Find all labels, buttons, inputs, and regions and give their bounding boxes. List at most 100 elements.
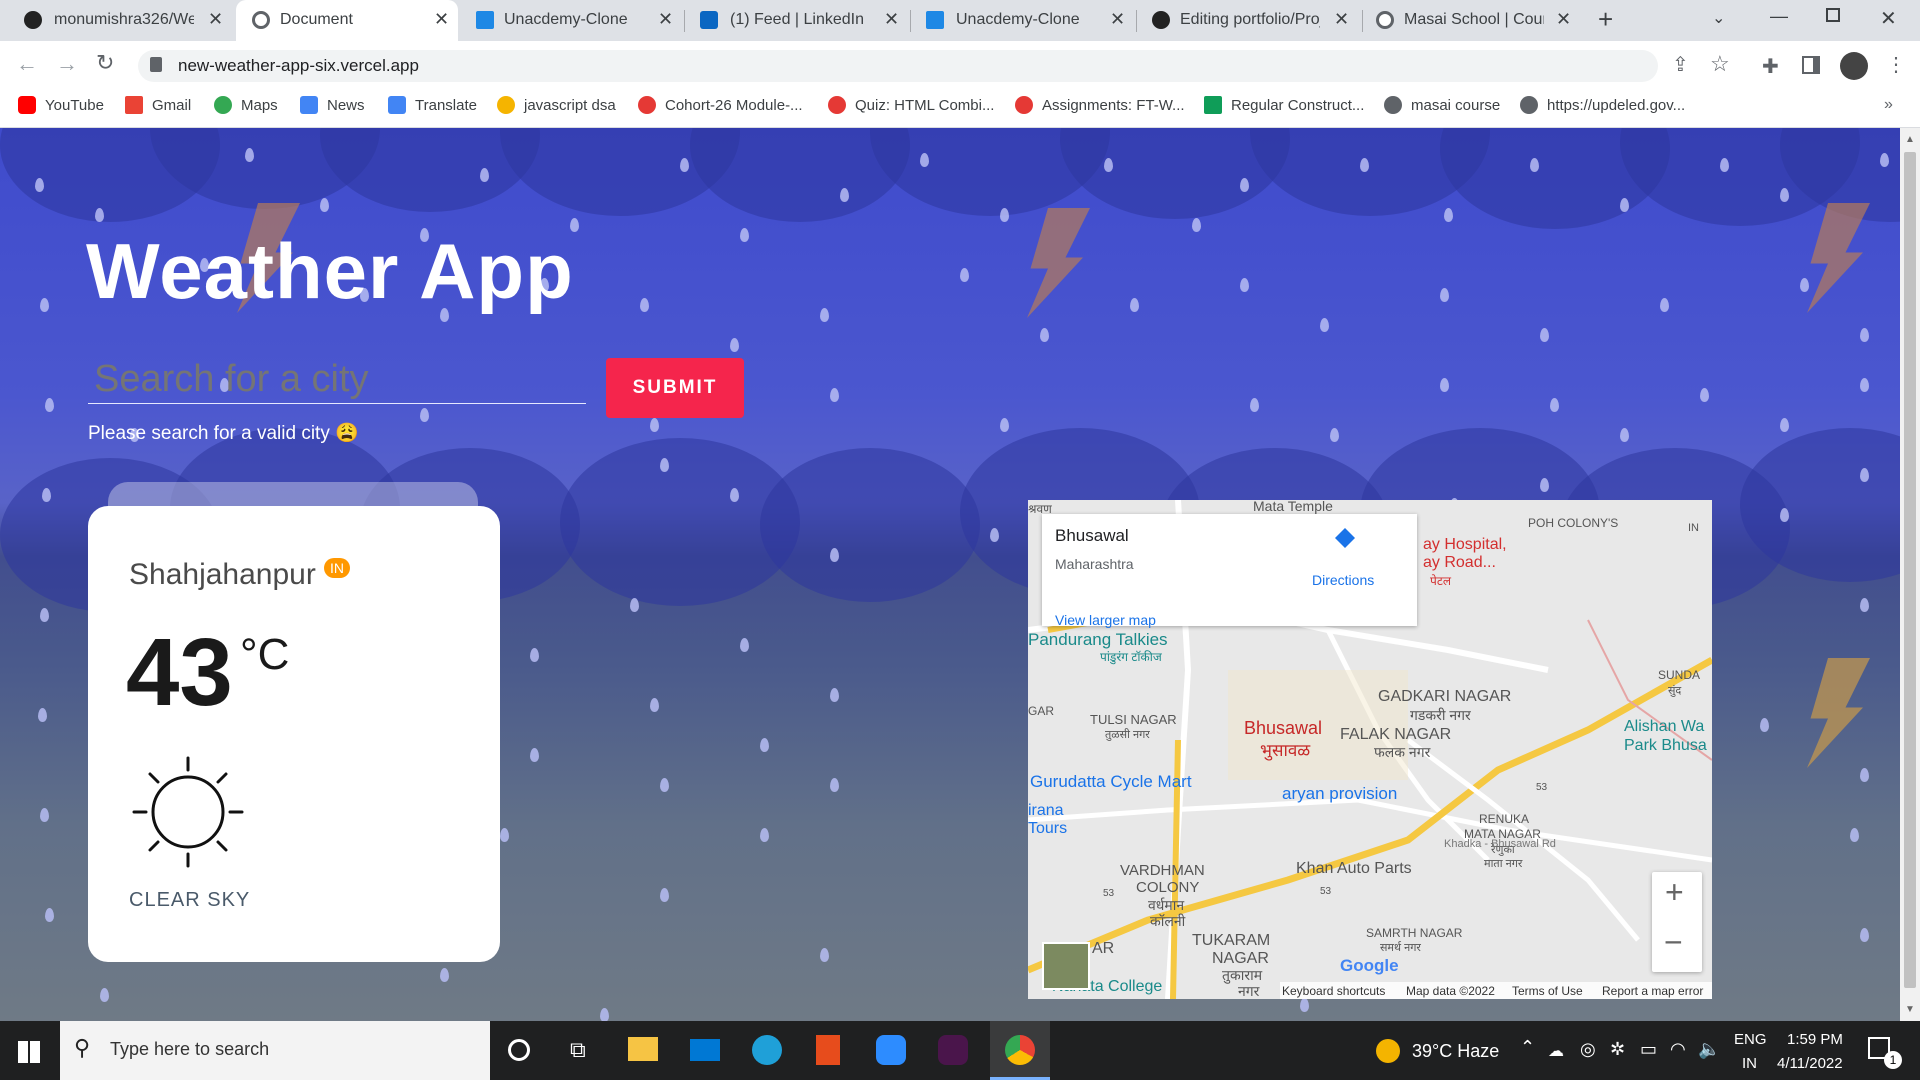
forward-icon[interactable]: → (56, 51, 78, 77)
page-scrollbar[interactable]: ▲ ▼ (1900, 128, 1920, 1021)
extensions-icon[interactable]: ✚ (1762, 54, 1779, 79)
new-tab-button[interactable]: + (1598, 4, 1613, 35)
tab-1[interactable]: Document ✕ (236, 0, 458, 41)
globe-icon (1384, 96, 1402, 114)
taskbar-search-box[interactable]: ⚲ Type here to search (60, 1021, 490, 1080)
weather-haze-icon[interactable] (1376, 1039, 1400, 1063)
reload-icon[interactable]: ↻ (96, 50, 114, 76)
close-icon[interactable]: ✕ (434, 9, 449, 30)
sun-icon (132, 756, 244, 868)
rain-drop (740, 228, 749, 242)
zoom-in-button[interactable]: + (1665, 874, 1684, 911)
city-search-input[interactable] (88, 356, 586, 404)
close-icon[interactable]: ✕ (1334, 9, 1349, 30)
bookmark-masai-course[interactable]: masai course (1384, 96, 1500, 114)
close-icon[interactable]: ✕ (1110, 9, 1125, 30)
keyboard-shortcuts-link[interactable]: Keyboard shortcuts (1282, 984, 1385, 998)
tab-0[interactable]: monumishra326/Weat ✕ (0, 0, 236, 41)
battery-icon[interactable]: ▭ (1640, 1039, 1657, 1060)
map-label: VARDHMAN (1120, 862, 1205, 879)
submit-button[interactable]: SUBMIT (606, 358, 744, 418)
tab-label: Unacdemy-Clone (956, 11, 1080, 28)
view-larger-map-link[interactable]: View larger map (1055, 612, 1156, 628)
close-icon[interactable]: ✕ (1556, 9, 1571, 30)
maximize-icon[interactable] (1826, 8, 1840, 22)
scroll-up-icon[interactable]: ▲ (1905, 134, 1915, 145)
map-embed[interactable]: Mata Temple POH COLONY'S IN ay Hospital, ay … (1028, 500, 1712, 999)
terms-link[interactable]: Terms of Use (1512, 984, 1583, 998)
bookmark-youtube[interactable]: YouTube (18, 96, 104, 114)
volume-icon[interactable]: 🔈 (1698, 1039, 1720, 1060)
report-error-link[interactable]: Report a map error (1602, 984, 1703, 998)
clock-time[interactable]: 1:59 PM (1787, 1031, 1843, 1048)
bookmark-gmail[interactable]: Gmail (125, 96, 191, 114)
rain-drop (1860, 378, 1869, 392)
cortana-icon[interactable] (508, 1039, 530, 1061)
menu-icon[interactable]: ⋮ (1886, 52, 1906, 77)
bookmark-star-icon[interactable]: ☆ (1710, 51, 1730, 77)
back-icon[interactable]: ← (16, 51, 38, 77)
close-icon[interactable]: ✕ (208, 9, 223, 30)
rain-drop (1540, 328, 1549, 342)
map-label: 53 (1536, 782, 1548, 793)
file-explorer-icon[interactable] (628, 1037, 658, 1061)
rain-drop (1104, 158, 1113, 172)
slack-icon[interactable] (938, 1035, 968, 1065)
avatar[interactable] (1840, 52, 1868, 80)
tab-4[interactable]: Unacdemy-Clone ✕ (910, 0, 1136, 41)
rain-drop (40, 808, 49, 822)
bookmark-updeled[interactable]: https://updeled.gov... (1520, 96, 1685, 114)
tab-3[interactable]: (1) Feed | LinkedIn ✕ (684, 0, 910, 41)
address-bar[interactable]: new-weather-app-six.vercel.app ⇪ ☆ (138, 50, 1730, 82)
region-text[interactable]: IN (1742, 1055, 1757, 1072)
chevron-down-icon[interactable]: ⌄ (1712, 8, 1725, 28)
chrome-taskbar-item[interactable] (990, 1021, 1050, 1080)
scroll-thumb[interactable] (1904, 152, 1916, 988)
onedrive-icon[interactable]: ☁ (1548, 1041, 1564, 1061)
scroll-down-icon[interactable]: ▼ (1905, 1004, 1915, 1015)
close-icon[interactable]: ✕ (658, 9, 673, 30)
bookmark-quiz[interactable]: Quiz: HTML Combi... (828, 96, 994, 114)
bookmarks-overflow-icon[interactable]: » (1884, 96, 1893, 114)
language-text[interactable]: ENG (1734, 1031, 1767, 1048)
tab-label: monumishra326/Weat (54, 11, 194, 28)
close-window-icon[interactable]: ✕ (1880, 6, 1897, 31)
tab-2[interactable]: Unacdemy-Clone ✕ (458, 0, 684, 41)
rain-drop (1250, 398, 1259, 412)
tab-5[interactable]: Editing portfolio/Proj ✕ (1136, 0, 1362, 41)
zoom-app-icon[interactable] (876, 1035, 906, 1065)
slack-tray-icon[interactable]: ✲ (1610, 1039, 1625, 1060)
bookmark-news[interactable]: News (300, 96, 365, 114)
place-info-card: Bhusawal Maharashtra View larger map Dir… (1042, 514, 1417, 628)
bookmark-translate[interactable]: Translate (388, 96, 477, 114)
map-label: माता नगर (1484, 858, 1523, 870)
task-view-icon[interactable]: ⧉ (570, 1037, 586, 1063)
bookmark-assignments[interactable]: Assignments: FT-W... (1015, 96, 1185, 114)
office-icon[interactable] (816, 1035, 840, 1065)
taskbar-weather-text[interactable]: 39°C Haze (1412, 1041, 1499, 1062)
side-panel-icon[interactable] (1802, 56, 1820, 74)
mail-icon[interactable] (690, 1039, 720, 1061)
edge-icon[interactable] (752, 1035, 782, 1065)
bookmark-regular[interactable]: Regular Construct... (1204, 96, 1364, 114)
share-icon[interactable]: ⇪ (1672, 52, 1689, 77)
rain-drop (640, 298, 649, 312)
map-label: IN (1688, 522, 1699, 534)
zoom-out-button[interactable]: − (1664, 924, 1683, 961)
tab-6[interactable]: Masai School | Course ✕ (1362, 0, 1588, 41)
bookmark-javascript-dsa[interactable]: javascript dsa (497, 96, 616, 114)
bookmark-cohort[interactable]: Cohort-26 Module-... (638, 96, 803, 114)
map-label: 53 (1320, 886, 1332, 897)
tray-chevron-icon[interactable]: ⌃ (1520, 1037, 1535, 1058)
linkedin-icon (700, 11, 718, 29)
directions-icon[interactable] (1335, 528, 1355, 548)
wifi-icon[interactable]: ◠ (1670, 1039, 1686, 1060)
minimize-icon[interactable]: — (1770, 6, 1788, 27)
clock-date[interactable]: 4/11/2022 (1777, 1055, 1843, 1072)
satellite-toggle[interactable] (1042, 942, 1090, 990)
grammarly-icon[interactable]: ◎ (1580, 1039, 1596, 1060)
bookmark-maps[interactable]: Maps (214, 96, 278, 114)
close-icon[interactable]: ✕ (884, 9, 899, 30)
windows-start-icon[interactable] (18, 1041, 40, 1063)
directions-link[interactable]: Directions (1312, 572, 1374, 588)
